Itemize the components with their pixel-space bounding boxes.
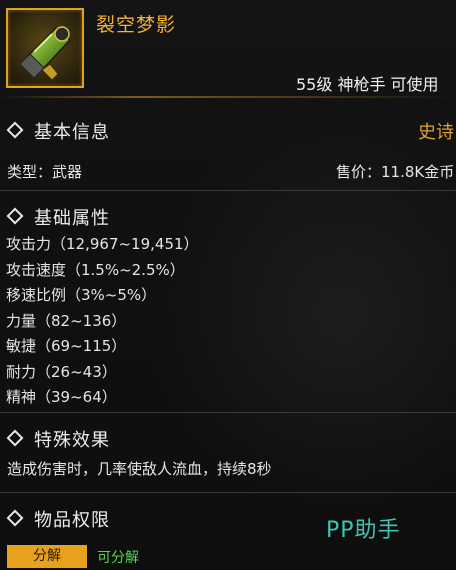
section-basic-info: 基本信息 史诗 [0, 116, 456, 144]
section-special-effect: 特殊效果 [0, 424, 456, 452]
decompose-status: 可分解 [97, 550, 139, 566]
watermark-logo: PP助手 [326, 518, 401, 543]
diamond-bullet-icon [6, 509, 24, 527]
header-divider [0, 96, 456, 98]
item-icon-frame[interactable] [6, 8, 84, 88]
attribute-item: 移速比例（3%~5%） [6, 286, 157, 304]
section-divider [0, 412, 456, 413]
section-title: 特殊效果 [34, 430, 110, 451]
rarity-label: 史诗 [418, 122, 454, 143]
section-divider [0, 190, 456, 191]
diamond-bullet-icon [6, 429, 24, 447]
item-header: 裂空梦影 55级 神枪手 可使用 [0, 0, 456, 100]
item-level-class: 55级 神枪手 可使用 [296, 75, 439, 94]
attribute-item: 耐力（26~43） [6, 362, 117, 381]
weapon-item-icon [19, 26, 72, 81]
section-title: 基础属性 [34, 208, 110, 229]
item-detail-panel: 裂空梦影 55级 神枪手 可使用 基本信息 史诗 类型：武器 售价：11.8K金… [0, 0, 456, 570]
item-name: 裂空梦影 [96, 14, 177, 36]
section-title: 物品权限 [34, 510, 110, 531]
section-divider [0, 492, 456, 493]
diamond-bullet-icon [6, 207, 24, 225]
attribute-item: 攻击速度（1.5%~2.5%） [6, 260, 185, 279]
item-type: 类型：武器 [7, 163, 83, 181]
attribute-item: 攻击力（12,967~19,451） [6, 235, 199, 253]
attribute-list: 攻击力（12,967~19,451） 攻击速度（1.5%~2.5%） 移速比例（… [6, 234, 199, 413]
section-base-attributes: 基础属性 [0, 202, 456, 230]
item-price: 售价：11.8K金币 [336, 163, 455, 181]
diamond-bullet-icon [6, 121, 24, 139]
attribute-item: 敏捷（69~115） [6, 337, 127, 355]
special-effect-text: 造成伤害时，几率使敌人流血，持续8秒 [7, 460, 272, 478]
attribute-item: 精神（39~64） [6, 388, 117, 406]
attribute-item: 力量（82~136） [6, 311, 127, 330]
section-title: 基本信息 [34, 122, 110, 143]
decompose-badge: 分解 [7, 545, 87, 568]
